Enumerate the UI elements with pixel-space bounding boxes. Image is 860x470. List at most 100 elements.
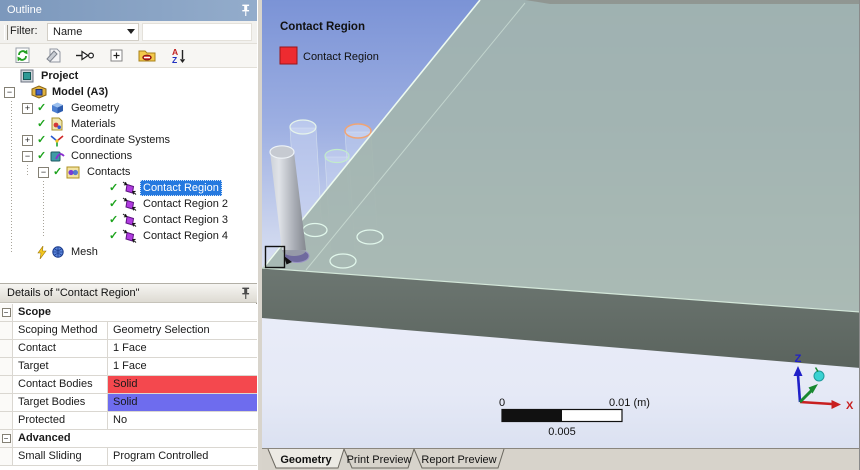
iso-ball[interactable] xyxy=(813,370,825,382)
upper-plate-edge-strip xyxy=(525,0,859,4)
scale-min-label: 0 xyxy=(499,397,505,409)
toolbar-grip xyxy=(4,25,8,40)
details-gutter xyxy=(0,412,13,430)
contact-region-icon xyxy=(122,213,140,227)
tree-item-label[interactable]: Contact Region xyxy=(140,180,222,196)
details-row-contact: Contact 1 Face xyxy=(0,340,257,358)
scale-max-label: 0.01 (m) xyxy=(609,397,650,409)
details-gutter: − xyxy=(0,430,13,448)
check-icon: ✓ xyxy=(37,102,47,114)
details-property-value[interactable]: No xyxy=(108,412,257,430)
triad-z-label[interactable]: Z xyxy=(795,353,802,365)
details-gutter xyxy=(0,322,13,340)
details-property-label: Scoping Method xyxy=(13,322,108,340)
left-pane: Outline Filter: Name AZ Project − Model (A… xyxy=(0,0,257,470)
tree-item-label[interactable]: Contacts xyxy=(84,164,133,180)
tree-item-geometry[interactable]: + ✓ Geometry xyxy=(0,100,257,116)
details-gutter xyxy=(0,376,13,394)
tree-item-contact-region-4[interactable]: ✓ Contact Region 4 xyxy=(0,228,257,244)
check-icon: ✓ xyxy=(109,230,119,242)
collapse-expander[interactable]: − xyxy=(38,166,49,178)
details-group-header: Scope xyxy=(13,304,257,322)
details-gutter xyxy=(0,340,13,358)
details-property-value[interactable]: Program Controlled xyxy=(108,448,257,466)
details-gutter xyxy=(0,394,13,412)
filter-dropdown-value: Name xyxy=(53,26,83,38)
details-property-label: Contact Bodies xyxy=(13,376,108,394)
check-icon: ✓ xyxy=(109,182,119,194)
details-property-value[interactable]: 1 Face xyxy=(108,358,257,376)
chevron-down-icon[interactable] xyxy=(127,29,135,34)
tab-print-preview-label[interactable]: Print Preview xyxy=(347,454,412,466)
go-to-icon[interactable] xyxy=(74,46,96,66)
tree-item-contact-region-3[interactable]: ✓ Contact Region 3 xyxy=(0,212,257,228)
triad-x-label[interactable]: X xyxy=(846,400,854,412)
details-property-label: Contact xyxy=(13,340,108,358)
tree-item-coordinate-systems[interactable]: + ✓ Coordinate Systems xyxy=(0,132,257,148)
details-gutter xyxy=(0,358,13,376)
contacts-icon xyxy=(66,165,84,179)
tree-item-contact-region[interactable]: ✓ Contact Region xyxy=(0,180,257,196)
details-property-label: Target xyxy=(13,358,108,376)
details-group-header: Advanced xyxy=(13,430,257,448)
tree-item-model-a3[interactable]: − Model (A3) xyxy=(0,84,257,100)
filter-name-dropdown[interactable]: Name xyxy=(47,23,139,41)
tree-item-label[interactable]: Materials xyxy=(68,116,119,132)
collapse-folder-icon[interactable] xyxy=(136,46,158,66)
tree-item-contact-region-2[interactable]: ✓ Contact Region 2 xyxy=(0,196,257,212)
tree-item-label[interactable]: Coordinate Systems xyxy=(68,132,173,148)
details-property-value[interactable]: 1 Face xyxy=(108,340,257,358)
details-property-value[interactable]: Geometry Selection xyxy=(108,322,257,340)
group-collapse-expander[interactable]: − xyxy=(1,308,11,317)
details-row-scope: − Scope xyxy=(0,304,257,322)
filter-text-input[interactable] xyxy=(142,23,252,41)
tree-item-label[interactable]: Contact Region 3 xyxy=(140,212,231,228)
tree-item-label[interactable]: Contact Region 2 xyxy=(140,196,231,212)
details-row-scoping-method: Scoping Method Geometry Selection xyxy=(0,322,257,340)
legend-label: Contact Region xyxy=(303,51,379,63)
tab-geometry-label[interactable]: Geometry xyxy=(280,454,332,466)
details-property-label: Protected xyxy=(13,412,108,430)
details-titlebar: Details of "Contact Region" xyxy=(0,283,257,303)
details-property-value[interactable]: Solid xyxy=(108,376,257,394)
details-title: Details of "Contact Region" xyxy=(7,287,140,299)
check-icon: ✓ xyxy=(37,150,47,162)
tree-item-connections[interactable]: − ✓ Connections xyxy=(0,148,257,164)
materials-icon xyxy=(50,117,68,131)
ansys-mechanical-window: Outline Filter: Name AZ Project − Model (A… xyxy=(0,0,860,470)
collapse-expander[interactable]: − xyxy=(22,150,33,162)
tab-report-preview-label[interactable]: Report Preview xyxy=(421,454,496,466)
tree-item-project[interactable]: Project xyxy=(0,68,257,84)
tree-item-contacts[interactable]: − ✓ Contacts xyxy=(0,164,257,180)
details-property-label: Small Sliding xyxy=(13,448,108,466)
sort-az-icon[interactable]: AZ xyxy=(167,46,189,66)
annotation-title: Contact Region xyxy=(280,21,365,33)
tree-item-label[interactable]: Connections xyxy=(68,148,135,164)
details-row-target-bodies: Target Bodies Solid xyxy=(0,394,257,412)
collapse-expander[interactable]: − xyxy=(4,86,15,98)
tree-item-label[interactable]: Mesh xyxy=(68,244,101,260)
expand-all-icon[interactable] xyxy=(105,46,127,66)
tree-item-mesh[interactable]: Mesh xyxy=(0,244,257,260)
contact-region-icon xyxy=(122,197,140,211)
tree-item-label[interactable]: Geometry xyxy=(68,100,122,116)
tree-item-label[interactable]: Model (A3) xyxy=(49,84,111,100)
details-row-contact-bodies: Contact Bodies Solid xyxy=(0,376,257,394)
tree-item-materials[interactable]: ✓ Materials xyxy=(0,116,257,132)
tree-item-label[interactable]: Contact Region 4 xyxy=(140,228,231,244)
expand-expander[interactable]: + xyxy=(22,102,33,114)
lightning-icon xyxy=(37,245,50,259)
worksheet-icon[interactable] xyxy=(43,46,65,66)
filter-row: Filter: Name xyxy=(0,21,257,44)
contact-region-icon xyxy=(122,181,140,195)
3d-scene[interactable]: Contact Region Contact Region 0 0.01 (m)… xyxy=(261,0,860,448)
details-property-value[interactable]: Solid xyxy=(108,394,257,412)
group-collapse-expander[interactable]: − xyxy=(1,434,11,443)
outline-toolbar: AZ xyxy=(0,44,257,68)
geometry-viewport[interactable]: Contact Region Contact Region 0 0.01 (m)… xyxy=(261,0,860,448)
expand-expander[interactable]: + xyxy=(22,134,33,146)
tree-item-label[interactable]: Project xyxy=(38,68,81,84)
details-property-label: Target Bodies xyxy=(13,394,108,412)
refresh-icon[interactable] xyxy=(12,46,34,66)
details-row-advanced: − Advanced xyxy=(0,430,257,448)
